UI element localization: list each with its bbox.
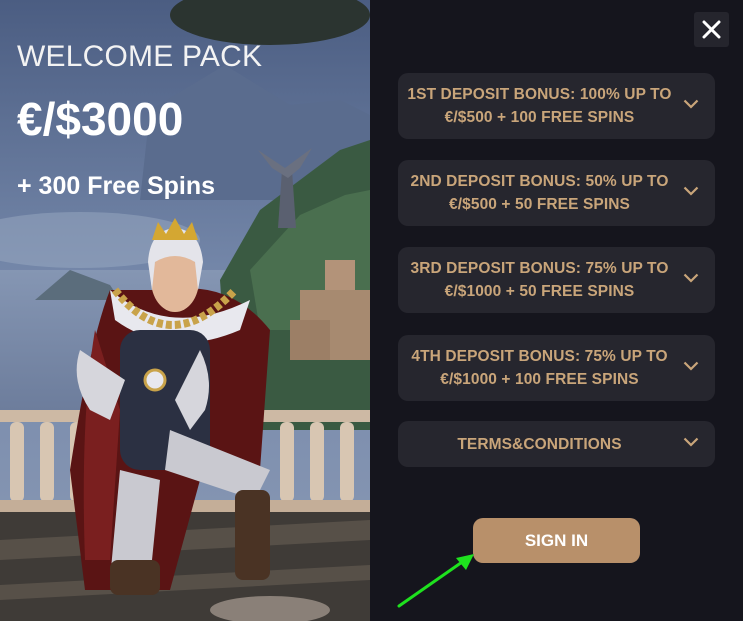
accordion-4th-deposit[interactable]: 4TH DEPOSIT BONUS: 75% UP TO €/$1000 + 10… — [398, 335, 715, 401]
accordion-label: TERMS&CONDITIONS — [457, 435, 622, 453]
accordion-2nd-deposit[interactable]: 2ND DEPOSIT BONUS: 50% UP TO €/$500 + 50 … — [398, 160, 715, 226]
sign-in-button[interactable]: SIGN IN — [473, 518, 640, 563]
chevron-down-icon — [683, 437, 699, 447]
accordion-label: 2ND DEPOSIT BONUS: 50% UP TO €/$500 + 50 … — [410, 173, 669, 213]
accordion-label: 1ST DEPOSIT BONUS: 100% UP TO €/$500 + 10… — [407, 86, 672, 126]
promo-amount: €/$3000 — [17, 93, 184, 145]
chevron-down-icon — [683, 361, 699, 371]
bonus-panel: 1ST DEPOSIT BONUS: 100% UP TO €/$500 + 10… — [370, 0, 743, 621]
accordion-terms-conditions[interactable]: TERMS&CONDITIONS — [398, 421, 715, 467]
chevron-down-icon — [683, 273, 699, 283]
green-arrow-annotation-icon — [397, 554, 474, 608]
accordion-1st-deposit[interactable]: 1ST DEPOSIT BONUS: 100% UP TO €/$500 + 10… — [398, 73, 715, 139]
accordion-label: 3RD DEPOSIT BONUS: 75% UP TO €/$1000 + 50… — [410, 260, 669, 300]
close-button[interactable] — [694, 12, 729, 47]
promo-title: WELCOME PACK — [17, 40, 263, 73]
promo-free-spins: + 300 Free Spins — [17, 172, 216, 200]
accordion-3rd-deposit[interactable]: 3RD DEPOSIT BONUS: 75% UP TO €/$1000 + 50… — [398, 247, 715, 313]
accordion-label: 4TH DEPOSIT BONUS: 75% UP TO €/$1000 + 10… — [411, 348, 668, 388]
chevron-down-icon — [683, 99, 699, 109]
close-icon — [702, 20, 721, 39]
chevron-down-icon — [683, 186, 699, 196]
promo-panel: WELCOME PACK €/$3000 + 300 Free Spins — [0, 0, 370, 621]
